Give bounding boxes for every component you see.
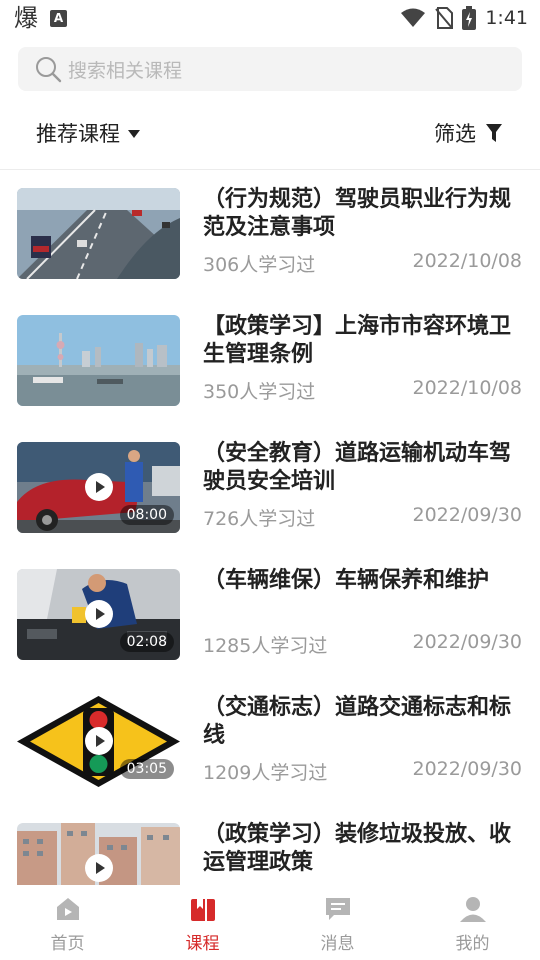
course-date: 2022/09/30 [412, 758, 522, 780]
course-title: （车辆维保）车辆保养和维护 [203, 568, 490, 593]
filter-icon [486, 124, 502, 142]
search-input[interactable]: 搜索相关课程 [68, 56, 182, 83]
play-icon[interactable] [85, 854, 113, 882]
clock: 1:41 [485, 7, 528, 29]
battery-charging-icon [462, 6, 477, 30]
message-icon [325, 898, 350, 920]
course-item[interactable]: （政策学习）装修垃圾投放、收运管理政策 [0, 805, 540, 885]
course-item[interactable]: 02:08 （车辆维保）车辆保养和维护 1285人学习过 2022/09/30 [0, 551, 540, 678]
learner-count: 350人学习过 [203, 381, 316, 403]
course-title: （行为规范）驾驶员职业行为规范及注意事项 [203, 187, 512, 240]
learner-count: 1209人学习过 [203, 762, 328, 784]
video-duration: 03:05 [119, 759, 174, 779]
course-thumbnail: 03:05 [17, 696, 180, 787]
tab-courses[interactable]: 课程 [135, 885, 270, 960]
course-item[interactable]: 03:05 （交通标志）道路交通标志和标线 1209人学习过 2022/09/3… [0, 678, 540, 805]
status-bar: 爆 A 1:41 [0, 0, 540, 36]
play-icon[interactable] [85, 600, 113, 628]
course-date: 2022/10/08 [412, 250, 522, 272]
course-thumbnail [17, 315, 180, 406]
wifi-icon [401, 8, 426, 27]
course-thumbnail [17, 188, 180, 279]
course-item[interactable]: （行为规范）驾驶员职业行为规范及注意事项 306人学习过 2022/10/08 [0, 170, 540, 297]
course-item[interactable]: 08:00 （安全教育）道路运输机动车驾驶员安全培训 726人学习过 2022/… [0, 424, 540, 551]
course-date: 2022/09/30 [412, 504, 522, 526]
search-icon [36, 57, 62, 83]
play-icon[interactable] [85, 727, 113, 755]
tab-label: 消息 [320, 934, 355, 954]
app-notification-icon: 爆 [14, 4, 38, 32]
tab-home[interactable]: 首页 [0, 885, 135, 960]
play-icon[interactable] [85, 473, 113, 501]
a-badge-icon: A [50, 9, 67, 27]
course-title: （交通标志）道路交通标志和标线 [203, 695, 512, 748]
learner-count: 726人学习过 [203, 508, 316, 530]
search-bar[interactable]: 搜索相关课程 [18, 47, 522, 91]
course-thumbnail: 02:08 [17, 569, 180, 660]
course-list[interactable]: （行为规范）驾驶员职业行为规范及注意事项 306人学习过 2022/10/08 [0, 170, 540, 885]
course-date: 2022/09/30 [412, 631, 522, 653]
caret-down-icon [128, 130, 140, 138]
profile-icon [459, 897, 486, 922]
course-title: （安全教育）道路运输机动车驾驶员安全培训 [203, 441, 512, 494]
course-thumbnail [17, 823, 180, 885]
tab-label: 课程 [185, 934, 220, 954]
course-title: 【政策学习】上海市市容环境卫生管理条例 [203, 314, 512, 367]
tab-label: 我的 [455, 934, 490, 954]
sort-dropdown[interactable]: 推荐课程 [36, 118, 140, 148]
sort-label: 推荐课程 [36, 122, 120, 146]
filter-button[interactable]: 筛选 [434, 118, 502, 148]
filter-label: 筛选 [434, 122, 476, 146]
filter-bar: 推荐课程 筛选 [0, 108, 540, 158]
video-duration: 08:00 [119, 505, 174, 525]
no-sim-icon [435, 7, 454, 29]
bottom-nav: 首页 课程 消息 我的 [0, 885, 540, 960]
tab-profile[interactable]: 我的 [405, 885, 540, 960]
tab-label: 首页 [50, 934, 85, 954]
video-duration: 02:08 [119, 632, 174, 652]
learner-count: 1285人学习过 [203, 635, 328, 657]
course-date: 2022/10/08 [412, 377, 522, 399]
home-icon [56, 898, 79, 920]
course-icon [190, 899, 215, 921]
course-title: （政策学习）装修垃圾投放、收运管理政策 [203, 822, 512, 875]
course-item[interactable]: 【政策学习】上海市市容环境卫生管理条例 350人学习过 2022/10/08 [0, 297, 540, 424]
course-thumbnail: 08:00 [17, 442, 180, 533]
tab-messages[interactable]: 消息 [270, 885, 405, 960]
learner-count: 306人学习过 [203, 254, 316, 276]
